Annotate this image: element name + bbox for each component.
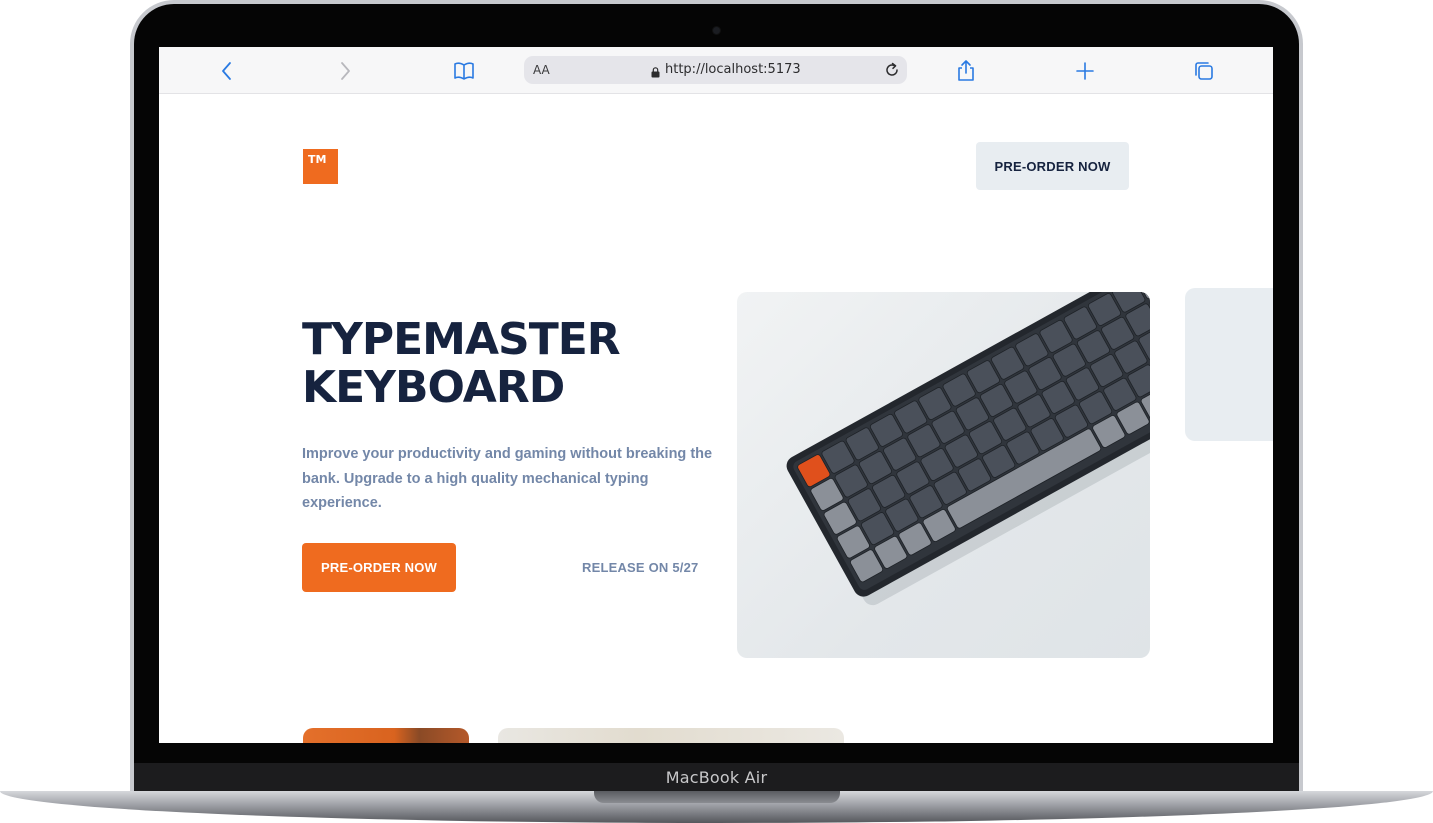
product-thumbnail-1 bbox=[303, 728, 469, 743]
lock-icon bbox=[651, 65, 660, 78]
hero-title: TYPEMASTER KEYBOARD bbox=[302, 316, 722, 412]
carousel-next-card[interactable] bbox=[1185, 288, 1273, 441]
chevron-right-icon[interactable] bbox=[333, 59, 357, 83]
book-icon[interactable] bbox=[452, 59, 476, 83]
hero-description: Improve your productivity and gaming wit… bbox=[302, 446, 713, 511]
release-date: RELEASE ON 5/27 bbox=[582, 560, 699, 575]
camera-icon bbox=[713, 27, 720, 34]
tabs-icon[interactable] bbox=[1192, 59, 1216, 83]
hero-title-line1: TYPEMASTER bbox=[302, 314, 621, 365]
plus-icon[interactable] bbox=[1073, 59, 1097, 83]
browser-toolbar: AA http://localhost:5173 bbox=[159, 47, 1273, 94]
nav-preorder-button[interactable]: PRE-ORDER NOW bbox=[976, 142, 1129, 190]
product-thumbnail-2 bbox=[498, 728, 844, 743]
keyboard-illustration bbox=[786, 292, 1150, 606]
share-icon[interactable] bbox=[954, 59, 978, 83]
address-bar[interactable]: AA http://localhost:5173 bbox=[524, 56, 907, 84]
hero-title-line2: KEYBOARD bbox=[302, 362, 565, 413]
chevron-left-icon[interactable] bbox=[215, 59, 239, 83]
screen: AA http://localhost:5173 TM PRE-ORDER NO… bbox=[159, 47, 1273, 743]
hero-preorder-button[interactable]: PRE-ORDER NOW bbox=[302, 543, 456, 592]
page-content: TM PRE-ORDER NOW TYPEMASTER KEYBOARD Imp… bbox=[159, 94, 1273, 743]
text-size-button[interactable]: AA bbox=[533, 56, 550, 84]
url-text[interactable]: http://localhost:5173 bbox=[665, 56, 801, 84]
laptop-base-notch bbox=[594, 791, 840, 803]
reload-icon[interactable] bbox=[883, 61, 901, 79]
logo[interactable]: TM bbox=[303, 149, 338, 184]
model-label: MacBook Air bbox=[665, 768, 768, 787]
keyboard-image bbox=[737, 292, 1150, 658]
